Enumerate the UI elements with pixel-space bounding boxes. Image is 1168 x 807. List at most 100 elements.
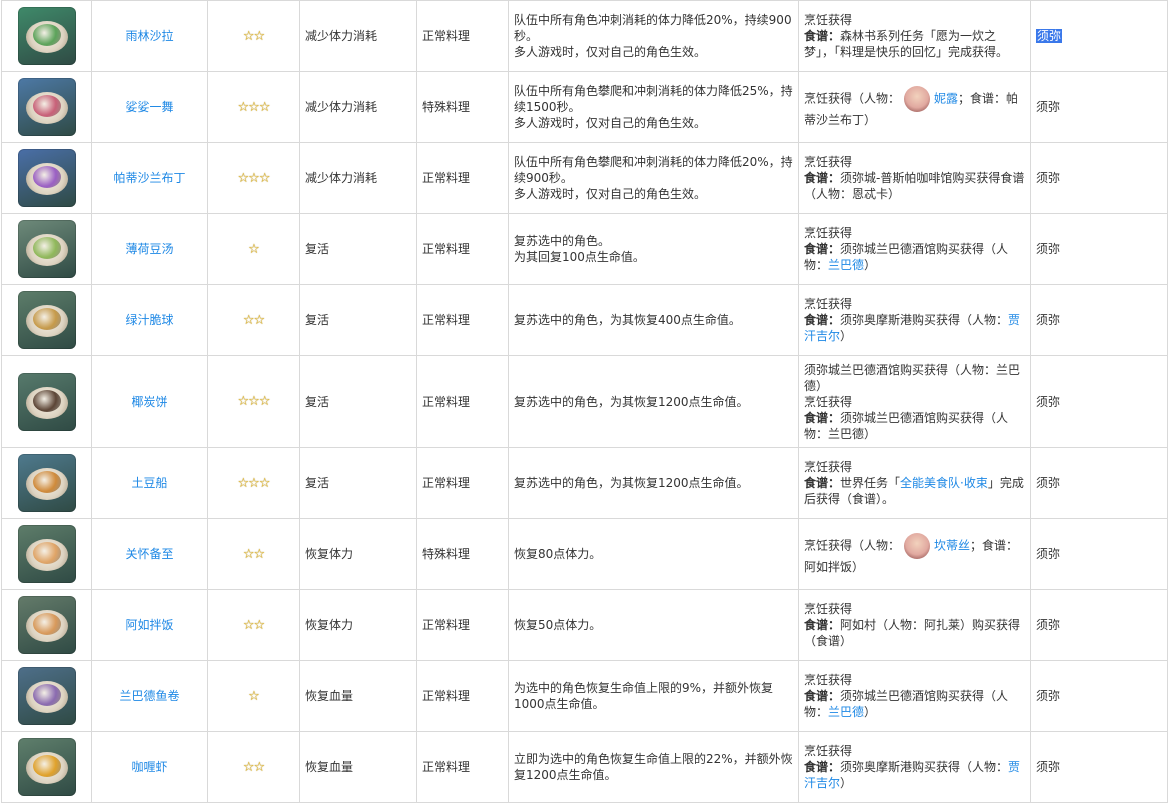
dish-name-link[interactable]: 土豆船 [131,476,167,490]
recipe-label: 食谱： [804,171,841,185]
source-link[interactable]: 兰巴德 [828,258,864,272]
soup-icon[interactable] [17,220,76,278]
dish-name-link[interactable]: 阿如拌饭 [125,618,173,632]
star-icons: ☆☆☆ [237,475,271,491]
food-shape [32,613,61,635]
dish-name-cell: 雨林沙拉 [91,0,208,72]
rarity-cell: ☆☆ [207,731,300,803]
recipe-label: 食谱： [804,618,841,632]
source-text: 烹饪获得 [804,602,853,616]
effect-cell: 复活 [299,355,417,448]
effect-text: 恢复血量 [305,760,354,774]
star-icons: ☆ [248,688,260,704]
pudding-icon[interactable] [17,78,76,136]
effect-cell: 恢复血量 [299,731,417,803]
type-cell: 正常料理 [416,589,509,661]
star-icons: ☆☆ [242,759,265,775]
dish-name-link[interactable]: 帕蒂沙兰布丁 [113,171,185,185]
source-line: 须弥城兰巴德酒馆购买获得（人物：兰巴德） [804,362,1025,394]
description-line: 多人游戏时，仅对自己的角色生效。 [514,187,707,201]
source-line: 烹饪获得 [804,296,1025,312]
source-line: 烹饪获得 [804,12,1025,28]
type-text: 正常料理 [422,394,471,409]
recipe-label: 食谱： [804,476,841,490]
dish-name-link[interactable]: 椰炭饼 [131,395,167,409]
effect-cell: 复活 [299,213,417,285]
region-cell: 须弥 [1030,518,1168,590]
table-row: 阿如拌饭 ☆☆ 恢复体力 正常料理 恢复50点体力。 烹饪获得 食谱：阿如村（人物：阿扎莱）… [1,589,1168,661]
food-shape [32,24,61,46]
source-cell: 须弥城兰巴德酒馆购买获得（人物：兰巴德） 烹饪获得 食谱：须弥城兰巴德酒馆购买获得（… [798,355,1031,448]
food-shape [32,95,61,117]
food-shape [32,471,61,493]
source-text: 烹饪获得 [804,13,853,27]
table-row: 咖喱虾 ☆☆ 恢复血量 正常料理 立即为选中的角色恢复生命值上限的22%，并额外恢复12… [1,731,1168,803]
effect-cell: 恢复体力 [299,518,417,590]
fish-roll-icon[interactable] [17,667,76,725]
dish-image-cell [1,355,92,448]
effect-text: 减少体力消耗 [305,100,378,114]
dish-name-link[interactable]: 雨林沙拉 [125,29,173,43]
dish-name-link[interactable]: 绿汁脆球 [125,313,173,327]
dish-name-link[interactable]: 咖喱虾 [131,760,167,774]
description-line: 队伍中所有角色冲刺消耗的体力降低20%，持续900秒。 [514,13,792,43]
charcoal-cake-icon[interactable] [17,372,76,431]
table-row: 雨林沙拉 ☆☆ 减少体力消耗 正常料理 队伍中所有角色冲刺消耗的体力降低20%，持续90… [1,0,1168,72]
source-line: 食谱：须弥城兰巴德酒馆购买获得（人物：兰巴德） [804,410,1025,442]
source-text: 世界任务「 [840,476,901,490]
source-line: 烹饪获得 [804,601,1025,617]
character-link[interactable]: 妮露 [934,92,958,106]
dish-table: 雨林沙拉 ☆☆ 减少体力消耗 正常料理 队伍中所有角色冲刺消耗的体力降低20%，持续90… [1,0,1168,803]
rarity-cell: ☆ [207,213,300,285]
potato-boat-icon[interactable] [17,454,76,512]
dish-name-cell: 帕蒂沙兰布丁 [91,142,208,214]
type-text: 正常料理 [422,29,471,43]
dish-name-link[interactable]: 娑娑一舞 [125,100,173,114]
dish-name-link[interactable]: 关怀备至 [125,547,173,561]
type-text: 正常料理 [422,618,471,632]
region-text: 须弥 [1036,547,1061,561]
recipe-label: 食谱： [804,410,841,425]
rarity-cell: ☆☆☆ [207,142,300,214]
description-line: 为选中的角色恢复生命值上限的9%，并额外恢复1000点生命值。 [514,681,774,711]
source-text: 烹饪获得 [804,673,853,687]
effect-cell: 减少体力消耗 [299,142,417,214]
type-cell: 正常料理 [416,447,509,519]
character-link[interactable]: 坎蒂丝 [934,539,970,553]
description-line: 复苏选中的角色，为其恢复400点生命值。 [514,313,741,327]
character-avatar-icon[interactable] [904,86,931,112]
description-cell: 复苏选中的角色。 为其回复100点生命值。 [508,213,799,285]
source-link[interactable]: 全能美食队·收束 [900,476,988,490]
effect-cell: 减少体力消耗 [299,71,417,143]
dish-image-cell [1,0,92,72]
source-link[interactable]: 兰巴德 [828,705,864,719]
effect-text: 恢复血量 [305,689,354,703]
description-cell: 复苏选中的角色，为其恢复1200点生命值。 [508,355,799,448]
rice-bowl-icon[interactable] [17,596,76,654]
rice-plate-icon[interactable] [17,525,76,583]
region-cell: 须弥 [1030,142,1168,214]
source-line: 食谱：须弥奥摩斯港购买获得（人物：贾汗吉尔） [804,759,1025,791]
source-line: 食谱：须弥城兰巴德酒馆购买获得（人物：兰巴德） [804,241,1025,273]
dish-name-cell: 关怀备至 [91,518,208,590]
source-text-end: ） [864,705,877,719]
fried-balls-icon[interactable] [17,291,76,349]
source-line: 食谱：阿如村（人物：阿扎莱）购买获得（食谱） [804,617,1025,649]
description-cell: 复苏选中的角色，为其恢复1200点生命值。 [508,447,799,519]
dish-name-link[interactable]: 薄荷豆汤 [125,242,173,256]
star-icons: ☆☆☆ [237,170,271,186]
source-text: 烹饪获得 [804,394,853,409]
recipe-label: 食谱： [804,313,841,327]
food-shape [32,166,61,188]
dish-name-link[interactable]: 兰巴德鱼卷 [119,689,179,703]
character-avatar-icon[interactable] [904,533,931,559]
effect-cell: 减少体力消耗 [299,0,417,72]
recipe-label: 食谱： [804,242,841,256]
purple-pudding-icon[interactable] [17,149,76,207]
recipe-label: 食谱： [804,29,841,43]
rarity-cell: ☆☆ [207,0,300,72]
salad-icon[interactable] [17,7,76,65]
table-row: 帕蒂沙兰布丁 ☆☆☆ 减少体力消耗 正常料理 队伍中所有角色攀爬和冲刺消耗的体力降低20… [1,142,1168,214]
effect-text: 复活 [305,394,330,409]
curry-shrimp-icon[interactable] [17,738,76,796]
